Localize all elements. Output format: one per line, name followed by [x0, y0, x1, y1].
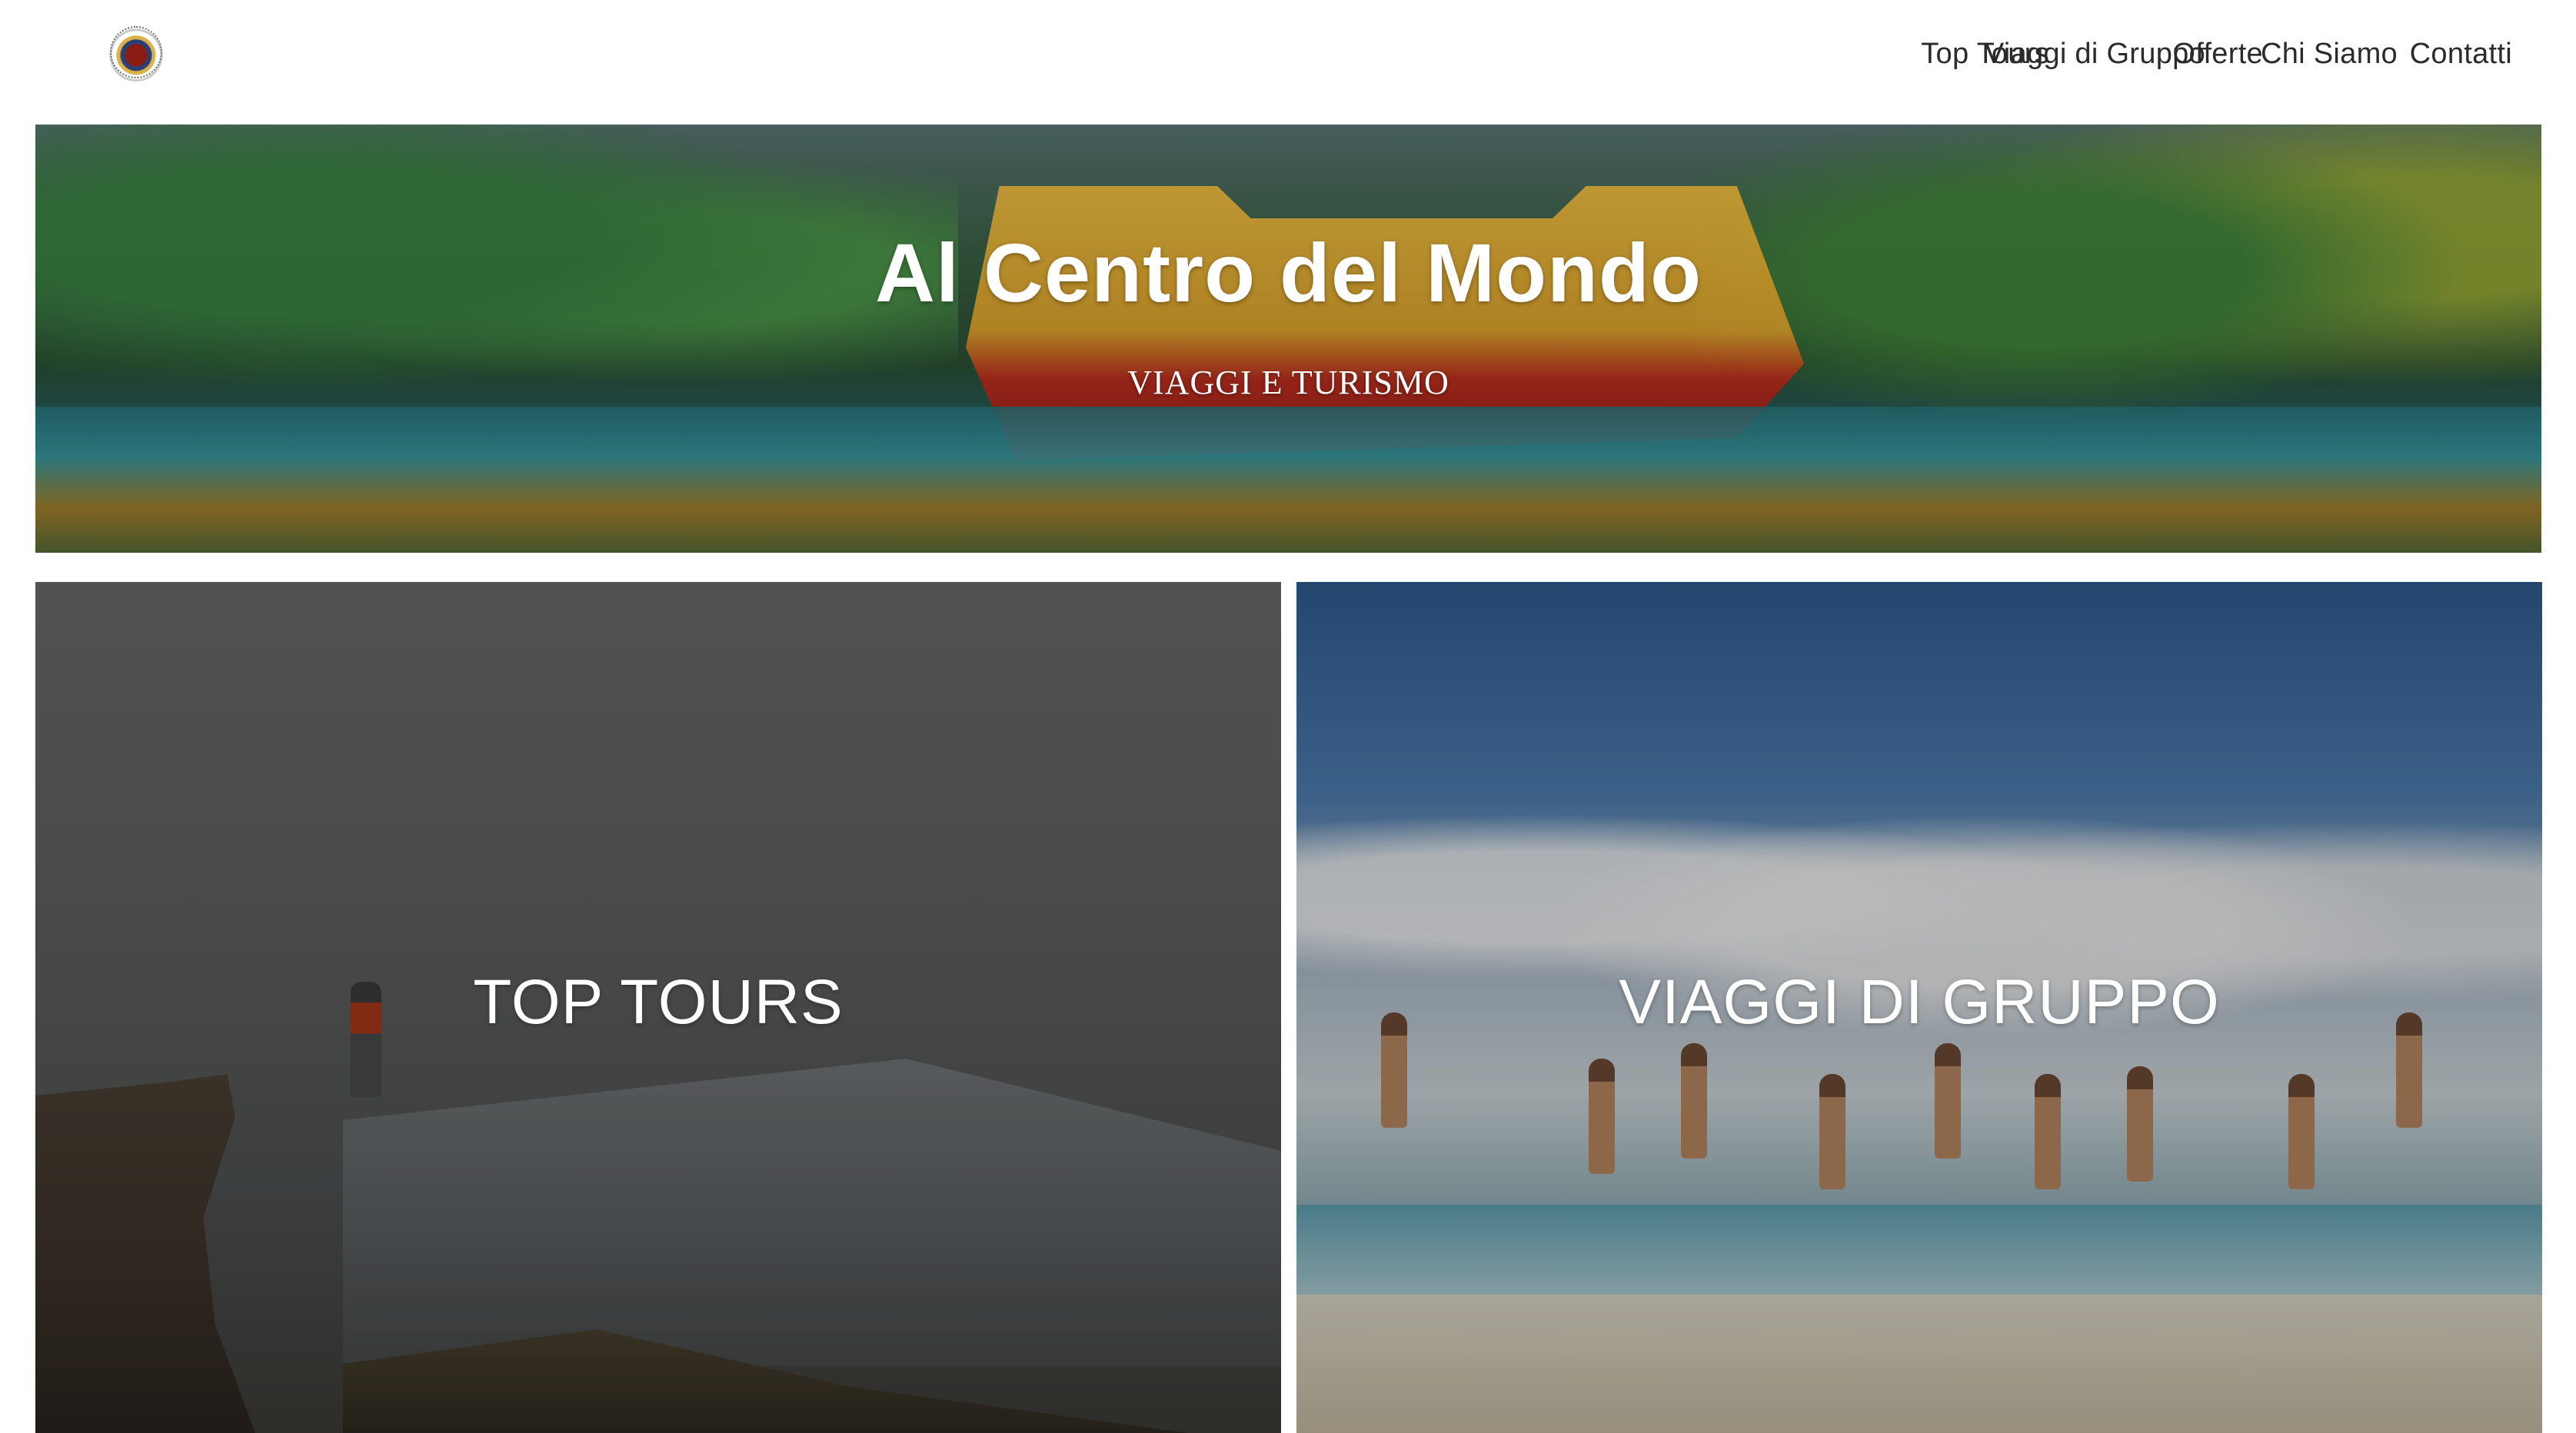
hero-lake — [35, 407, 2541, 553]
nav-item-offerte[interactable]: Offerte — [2172, 32, 2263, 75]
card-viaggi-di-gruppo[interactable]: VIAGGI DI GRUPPO — [1296, 582, 2542, 1433]
hero-banner: Al Centro del Mondo VIAGGI E TURISMO — [35, 125, 2541, 553]
travel-agency-logo-icon[interactable] — [107, 23, 165, 81]
logo-ring — [110, 26, 162, 78]
hero-subtitle: VIAGGI E TURISMO — [1127, 364, 1449, 401]
nav-item-contatti[interactable]: Contatti — [2410, 32, 2512, 75]
hero-title: Al Centro del Mondo — [875, 226, 1702, 319]
card-viaggi-di-gruppo-label: VIAGGI DI GRUPPO — [1619, 967, 2220, 1037]
card-top-tours[interactable]: TOP TOURS — [35, 582, 1281, 1433]
card-top-tours-label: TOP TOURS — [473, 967, 844, 1037]
nav-item-chi-siamo[interactable]: Chi Siamo — [2261, 32, 2398, 75]
site-header: Top Tours Viaggi di Gruppo Offerte Chi S… — [0, 0, 2576, 125]
